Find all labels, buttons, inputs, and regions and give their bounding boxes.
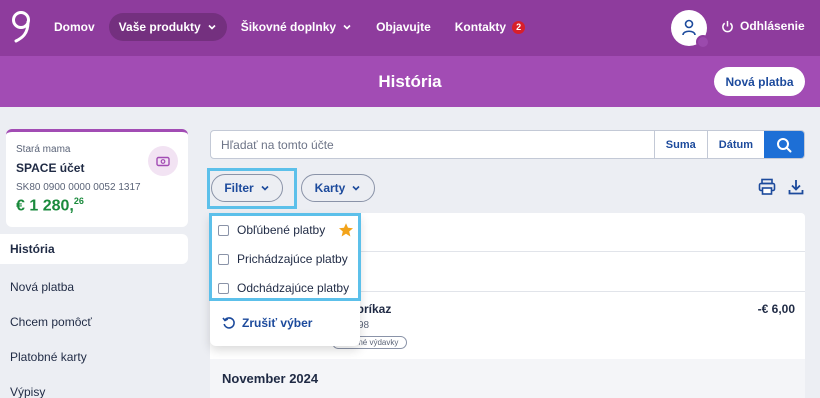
nav-item-objavujte[interactable]: Objavujte bbox=[366, 13, 441, 41]
cards-label: Karty bbox=[314, 181, 346, 195]
sidebar-item-nova-platba[interactable]: Nová platba bbox=[0, 269, 192, 304]
sidebar-menu: História Nová platba Chcem pomôcť Platob… bbox=[0, 234, 192, 398]
transaction-amount: -€ 6,00 bbox=[757, 302, 795, 316]
top-navigation: Domov Vaše produkty Šikovné doplnky Obja… bbox=[0, 0, 820, 56]
search-bar: Hľadať na tomto účte Suma Dátum bbox=[210, 130, 805, 159]
chevron-down-icon bbox=[208, 24, 216, 30]
sort-amount-button[interactable]: Suma bbox=[653, 131, 707, 158]
reset-icon bbox=[222, 317, 235, 329]
sidebar-item-chcem-pomoct[interactable]: Chcem pomôcť bbox=[0, 304, 192, 339]
nav-label: Kontakty bbox=[454, 20, 507, 34]
nav-label: Objavujte bbox=[376, 20, 431, 34]
new-payment-button[interactable]: Nová platba bbox=[714, 67, 805, 96]
month-label: November 2024 bbox=[222, 371, 319, 386]
nav-item-sikovne-doplnky[interactable]: Šikovné doplnky bbox=[231, 13, 362, 41]
filter-label: Filter bbox=[224, 181, 254, 195]
sidebar-item-vypisy[interactable]: Výpisy bbox=[0, 374, 192, 398]
search-icon bbox=[777, 137, 792, 152]
search-button[interactable] bbox=[764, 131, 804, 158]
power-icon bbox=[722, 20, 733, 32]
logout-button[interactable]: Odhlásenie bbox=[721, 19, 805, 33]
main-nav: Domov Vaše produkty Šikovné doplnky Obja… bbox=[44, 13, 535, 41]
bank-logo-icon[interactable] bbox=[10, 10, 34, 44]
sidebar-item-historia[interactable]: História bbox=[0, 234, 188, 264]
nav-item-domov[interactable]: Domov bbox=[44, 13, 105, 41]
balance-main: € 1 280, bbox=[16, 197, 74, 215]
nav-item-vase-produkty[interactable]: Vaše produkty bbox=[108, 13, 227, 41]
logout-label: Odhlásenie bbox=[740, 19, 805, 33]
user-avatar[interactable] bbox=[671, 10, 710, 49]
chevron-down-icon bbox=[352, 185, 360, 191]
sort-date-button[interactable]: Dátum bbox=[706, 131, 764, 158]
print-icon[interactable] bbox=[757, 177, 777, 197]
cards-filter-button[interactable]: Karty bbox=[301, 174, 375, 202]
page-title: História bbox=[378, 72, 442, 91]
filter-button[interactable]: Filter bbox=[211, 174, 283, 202]
nav-label: Šikovné doplnky bbox=[240, 20, 337, 34]
account-card[interactable]: Stará mama SPACE účet SK80 0900 0000 005… bbox=[6, 129, 188, 227]
clear-selection-button[interactable]: Zrušiť výber bbox=[222, 316, 312, 330]
nav-item-kontakty[interactable]: Kontakty 2 bbox=[445, 13, 535, 41]
month-header: November 2024 bbox=[210, 359, 805, 398]
account-iban: SK80 0900 0000 0052 1317 bbox=[16, 182, 141, 193]
clear-label: Zrušiť výber bbox=[242, 316, 313, 330]
nav-label: Vaše produkty bbox=[118, 20, 201, 34]
nav-label: Domov bbox=[54, 20, 95, 34]
chevron-down-icon bbox=[343, 24, 351, 30]
settings-gear-icon bbox=[696, 35, 710, 49]
balance-cents: 26 bbox=[73, 196, 84, 206]
cash-icon bbox=[148, 146, 178, 176]
notification-badge: 2 bbox=[512, 20, 526, 34]
sidebar-item-platobne-karty[interactable]: Platobné karty bbox=[0, 339, 192, 374]
page-header: História Nová platba bbox=[0, 56, 820, 107]
chevron-down-icon bbox=[261, 185, 269, 191]
search-input[interactable]: Hľadať na tomto účte bbox=[211, 131, 654, 158]
account-balance: € 1 280,26 bbox=[16, 196, 178, 215]
user-icon bbox=[682, 19, 696, 36]
download-icon[interactable] bbox=[786, 177, 806, 197]
dropdown-highlight bbox=[209, 213, 361, 301]
